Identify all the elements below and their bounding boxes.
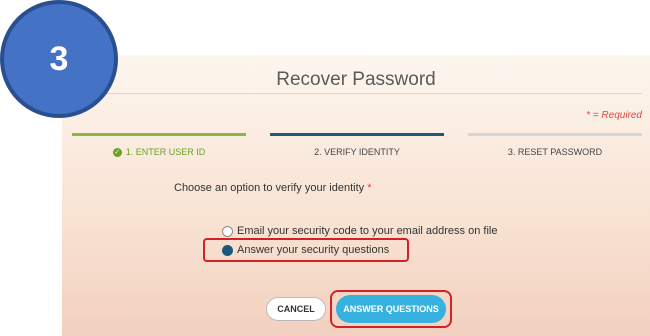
option-email-code-label: Email your security code to your email a… — [237, 225, 498, 237]
radio-email-code[interactable] — [222, 225, 233, 237]
step-3: 3. RESET PASSWORD — [468, 147, 642, 157]
step-3-label: 3. RESET PASSWORD — [507, 147, 603, 157]
cancel-button[interactable]: CANCEL — [266, 297, 326, 321]
step-2: 2. VERIFY IDENTITY — [270, 147, 444, 157]
step-number-badge: 3 — [0, 0, 118, 118]
page-title: Recover Password — [276, 69, 436, 90]
step-1-label: 1. ENTER USER ID — [125, 147, 206, 157]
title-divider — [72, 93, 642, 94]
check-icon: ✓ — [112, 148, 122, 158]
step-2-bar — [270, 133, 444, 136]
step-3-bar — [468, 133, 642, 136]
step-1-bar — [72, 133, 246, 136]
verify-prompt: Choose an option to verify your identity… — [174, 182, 372, 194]
step-1: ✓ 1. ENTER USER ID — [72, 147, 246, 158]
step-2-label: 2. VERIFY IDENTITY — [314, 147, 400, 157]
required-note: * = Required — [586, 110, 642, 121]
recover-password-panel: Recover Password * = Required ✓ 1. ENTER … — [62, 55, 650, 336]
answer-questions-highlight — [330, 290, 452, 328]
security-questions-highlight — [203, 238, 409, 262]
option-email-code[interactable]: Email your security code to your email a… — [222, 225, 497, 237]
required-asterisk: * — [367, 182, 372, 194]
verify-prompt-text: Choose an option to verify your identity — [174, 182, 365, 194]
